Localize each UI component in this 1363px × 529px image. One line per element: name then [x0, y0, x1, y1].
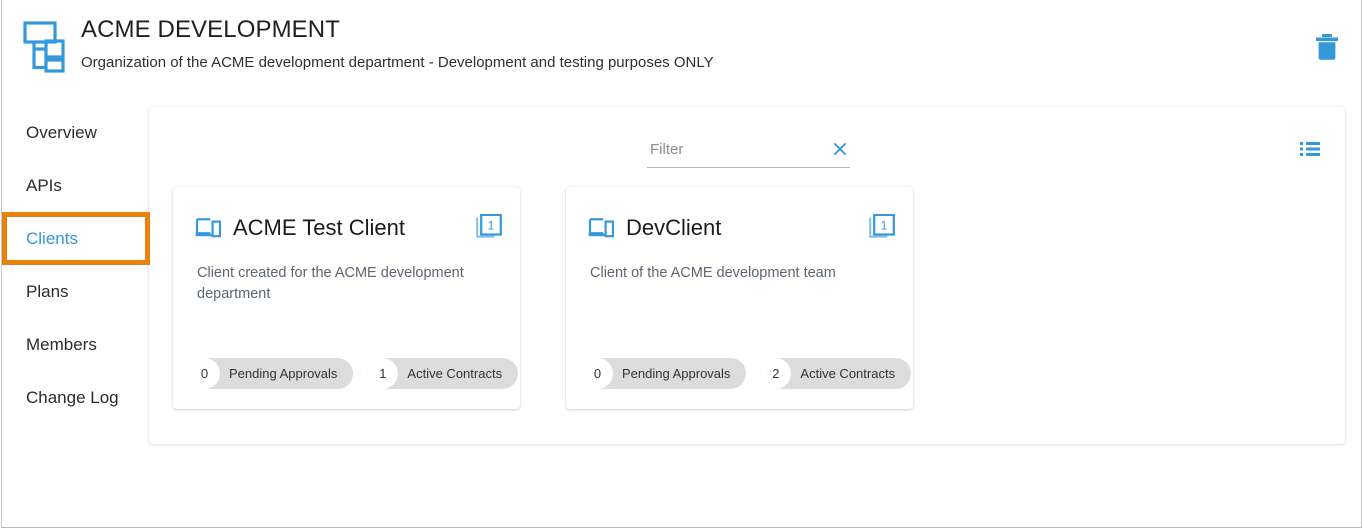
- sidebar-navigation: Overview APIs Clients Plans Members Chan…: [2, 106, 150, 424]
- client-cards-row: ACME Test Client 1 Client created for th…: [173, 187, 913, 409]
- delete-organization-button[interactable]: [1311, 31, 1343, 63]
- badge-label: Active Contracts: [407, 366, 502, 381]
- badge-label: Active Contracts: [800, 366, 895, 381]
- sidebar-item-label: Members: [26, 335, 97, 355]
- sidebar-item-clients[interactable]: Clients: [2, 212, 150, 265]
- client-versions-button[interactable]: 1: [869, 214, 895, 241]
- sidebar-item-apis[interactable]: APIs: [2, 159, 150, 212]
- client-versions-button[interactable]: 1: [476, 214, 502, 241]
- list-view-toggle-button[interactable]: [1297, 136, 1323, 162]
- client-stats-row: 0 Pending Approvals 1 Active Contracts: [189, 358, 518, 389]
- client-description: Client created for the ACME development …: [197, 263, 467, 305]
- page-title: ACME DEVELOPMENT: [81, 15, 714, 45]
- sidebar-item-label: APIs: [26, 176, 62, 196]
- client-card-header: ACME Test Client 1: [195, 212, 502, 244]
- devices-icon: [195, 217, 221, 239]
- clients-panel: ACME Test Client 1 Client created for th…: [149, 107, 1345, 444]
- filter-input[interactable]: [647, 138, 815, 160]
- client-card-header: DevClient 1: [588, 212, 895, 244]
- client-description: Client of the ACME development team: [590, 263, 860, 284]
- svg-text:1: 1: [881, 218, 888, 232]
- sidebar-item-label: Overview: [26, 123, 97, 143]
- header-text-block: ACME DEVELOPMENT Organization of the ACM…: [81, 15, 714, 72]
- client-name: DevClient: [626, 215, 721, 241]
- badge-count: 0: [189, 358, 220, 389]
- list-view-icon: [1297, 150, 1323, 165]
- sidebar-item-label: Change Log: [26, 388, 119, 408]
- badge-label: Pending Approvals: [229, 366, 337, 381]
- org-hierarchy-icon: [22, 21, 66, 73]
- svg-text:1: 1: [488, 218, 495, 232]
- close-icon: [830, 147, 850, 162]
- badge-count: 2: [760, 358, 791, 389]
- page-subtitle: Organization of the ACME development dep…: [81, 53, 714, 72]
- client-stats-row: 0 Pending Approvals 2 Active Contracts: [582, 358, 911, 389]
- filter-field: [647, 138, 850, 168]
- sidebar-item-plans[interactable]: Plans: [2, 265, 150, 318]
- filter-clear-button[interactable]: [830, 139, 850, 159]
- badge-label: Pending Approvals: [622, 366, 730, 381]
- badge-count: 1: [367, 358, 398, 389]
- sidebar-item-overview[interactable]: Overview: [2, 106, 150, 159]
- trash-icon: [1311, 51, 1343, 66]
- sidebar-item-members[interactable]: Members: [2, 318, 150, 371]
- client-card[interactable]: ACME Test Client 1 Client created for th…: [173, 187, 520, 409]
- active-contracts-badge[interactable]: 1 Active Contracts: [367, 358, 518, 389]
- page-header: ACME DEVELOPMENT Organization of the ACM…: [0, 0, 1363, 96]
- client-card[interactable]: DevClient 1 Client of the ACME developme…: [566, 187, 913, 409]
- pending-approvals-badge[interactable]: 0 Pending Approvals: [582, 358, 746, 389]
- sidebar-item-label: Clients: [26, 229, 78, 249]
- badge-count: 0: [582, 358, 613, 389]
- devices-icon: [588, 217, 614, 239]
- sidebar-item-label: Plans: [26, 282, 69, 302]
- client-name: ACME Test Client: [233, 215, 405, 241]
- active-contracts-badge[interactable]: 2 Active Contracts: [760, 358, 911, 389]
- sidebar-item-change-log[interactable]: Change Log: [2, 371, 150, 424]
- pending-approvals-badge[interactable]: 0 Pending Approvals: [189, 358, 353, 389]
